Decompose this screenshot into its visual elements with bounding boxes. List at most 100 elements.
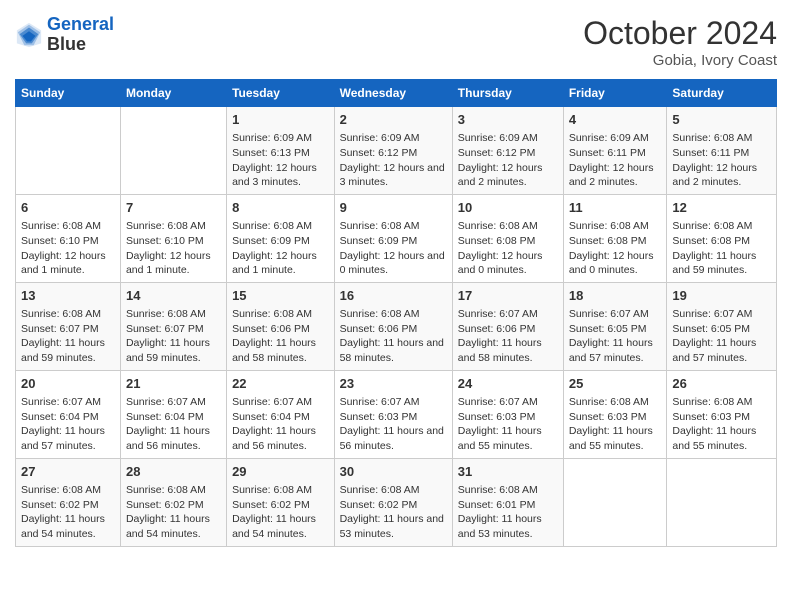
calendar-cell: 12Sunrise: 6:08 AMSunset: 6:08 PMDayligh… <box>667 194 777 282</box>
location-subtitle: Gobia, Ivory Coast <box>583 52 777 69</box>
calendar-cell: 11Sunrise: 6:08 AMSunset: 6:08 PMDayligh… <box>563 194 667 282</box>
day-number: 23 <box>340 375 447 393</box>
day-content: Sunrise: 6:07 AM <box>672 307 771 322</box>
day-number: 27 <box>21 463 115 481</box>
day-content: Sunset: 6:03 PM <box>672 410 771 425</box>
day-number: 12 <box>672 199 771 217</box>
day-number: 30 <box>340 463 447 481</box>
day-content: Sunset: 6:08 PM <box>672 234 771 249</box>
day-content: Sunset: 6:03 PM <box>340 410 447 425</box>
weekday-header: Saturday <box>667 80 777 107</box>
calendar-cell: 9Sunrise: 6:08 AMSunset: 6:09 PMDaylight… <box>334 194 452 282</box>
calendar-cell: 29Sunrise: 6:08 AMSunset: 6:02 PMDayligh… <box>227 458 335 546</box>
day-content: Sunset: 6:13 PM <box>232 146 329 161</box>
day-content: Sunrise: 6:08 AM <box>232 483 329 498</box>
day-content: Sunrise: 6:07 AM <box>458 307 558 322</box>
day-number: 22 <box>232 375 329 393</box>
day-content: Sunrise: 6:09 AM <box>232 131 329 146</box>
day-content: Sunrise: 6:09 AM <box>569 131 662 146</box>
day-content: Sunrise: 6:08 AM <box>672 395 771 410</box>
logo-icon <box>15 21 43 49</box>
day-number: 28 <box>126 463 221 481</box>
day-number: 8 <box>232 199 329 217</box>
calendar-cell: 3Sunrise: 6:09 AMSunset: 6:12 PMDaylight… <box>452 107 563 195</box>
day-content: Daylight: 11 hours and 57 minutes. <box>21 424 115 453</box>
logo-line1: General <box>47 14 114 34</box>
day-content: Sunset: 6:05 PM <box>672 322 771 337</box>
day-content: Sunrise: 6:08 AM <box>232 219 329 234</box>
calendar-cell: 27Sunrise: 6:08 AMSunset: 6:02 PMDayligh… <box>16 458 121 546</box>
day-number: 11 <box>569 199 662 217</box>
day-content: Sunrise: 6:07 AM <box>340 395 447 410</box>
day-content: Sunrise: 6:08 AM <box>458 483 558 498</box>
day-content: Sunset: 6:04 PM <box>21 410 115 425</box>
calendar-cell: 26Sunrise: 6:08 AMSunset: 6:03 PMDayligh… <box>667 370 777 458</box>
day-content: Sunset: 6:09 PM <box>232 234 329 249</box>
day-content: Sunrise: 6:07 AM <box>21 395 115 410</box>
calendar-cell: 6Sunrise: 6:08 AMSunset: 6:10 PMDaylight… <box>16 194 121 282</box>
day-content: Daylight: 11 hours and 58 minutes. <box>232 336 329 365</box>
day-content: Daylight: 12 hours and 1 minute. <box>232 249 329 278</box>
calendar-cell: 25Sunrise: 6:08 AMSunset: 6:03 PMDayligh… <box>563 370 667 458</box>
day-content: Daylight: 12 hours and 1 minute. <box>126 249 221 278</box>
day-content: Daylight: 11 hours and 58 minutes. <box>340 336 447 365</box>
day-content: Daylight: 11 hours and 56 minutes. <box>340 424 447 453</box>
day-content: Sunrise: 6:08 AM <box>569 219 662 234</box>
day-content: Daylight: 11 hours and 53 minutes. <box>458 512 558 541</box>
calendar-cell: 24Sunrise: 6:07 AMSunset: 6:03 PMDayligh… <box>452 370 563 458</box>
day-content: Sunset: 6:07 PM <box>21 322 115 337</box>
day-content: Sunrise: 6:07 AM <box>126 395 221 410</box>
calendar-week-row: 27Sunrise: 6:08 AMSunset: 6:02 PMDayligh… <box>16 458 777 546</box>
calendar-cell <box>667 458 777 546</box>
weekday-header-row: SundayMondayTuesdayWednesdayThursdayFrid… <box>16 80 777 107</box>
calendar-cell: 23 Sunrise: 6:07 AMSunset: 6:03 PMDayligh… <box>334 370 452 458</box>
weekday-header: Friday <box>563 80 667 107</box>
day-content: Sunrise: 6:08 AM <box>340 483 447 498</box>
day-number: 25 <box>569 375 662 393</box>
calendar-cell: 2Sunrise: 6:09 AMSunset: 6:12 PMDaylight… <box>334 107 452 195</box>
day-content: Daylight: 11 hours and 54 minutes. <box>232 512 329 541</box>
day-number: 6 <box>21 199 115 217</box>
weekday-header: Wednesday <box>334 80 452 107</box>
month-title: October 2024 <box>583 15 777 52</box>
weekday-header: Monday <box>120 80 226 107</box>
day-content: Sunset: 6:12 PM <box>340 146 447 161</box>
day-number: 15 <box>232 287 329 305</box>
day-content: Sunset: 6:02 PM <box>232 498 329 513</box>
day-number: 14 <box>126 287 221 305</box>
day-content: Sunset: 6:06 PM <box>458 322 558 337</box>
day-number: 31 <box>458 463 558 481</box>
day-content: Sunset: 6:12 PM <box>458 146 558 161</box>
day-number: 2 <box>340 111 447 129</box>
title-block: October 2024 Gobia, Ivory Coast <box>583 15 777 69</box>
day-content: Sunset: 6:10 PM <box>21 234 115 249</box>
logo-text: General Blue <box>47 15 114 55</box>
day-content: Daylight: 12 hours and 3 minutes. <box>340 161 447 190</box>
calendar-cell: 16Sunrise: 6:08 AMSunset: 6:06 PMDayligh… <box>334 282 452 370</box>
day-content: Sunset: 6:06 PM <box>340 322 447 337</box>
day-content: Sunrise: 6:08 AM <box>340 219 447 234</box>
day-content: Daylight: 12 hours and 2 minutes. <box>569 161 662 190</box>
calendar-cell <box>120 107 226 195</box>
day-content: Daylight: 11 hours and 56 minutes. <box>232 424 329 453</box>
calendar-cell: 14Sunrise: 6:08 AMSunset: 6:07 PMDayligh… <box>120 282 226 370</box>
day-content: Daylight: 11 hours and 58 minutes. <box>458 336 558 365</box>
calendar-cell: 4Sunrise: 6:09 AMSunset: 6:11 PMDaylight… <box>563 107 667 195</box>
day-content: Sunset: 6:06 PM <box>232 322 329 337</box>
day-content: Sunset: 6:07 PM <box>126 322 221 337</box>
day-number: 26 <box>672 375 771 393</box>
calendar-cell: 18Sunrise: 6:07 AMSunset: 6:05 PMDayligh… <box>563 282 667 370</box>
day-content: Sunrise: 6:07 AM <box>569 307 662 322</box>
logo-line2: Blue <box>47 35 114 55</box>
calendar-cell: 22Sunrise: 6:07 AMSunset: 6:04 PMDayligh… <box>227 370 335 458</box>
calendar-cell: 15 Sunrise: 6:08 AMSunset: 6:06 PMDayligh… <box>227 282 335 370</box>
day-content: Daylight: 11 hours and 59 minutes. <box>126 336 221 365</box>
day-content: Daylight: 11 hours and 53 minutes. <box>340 512 447 541</box>
day-number: 1 <box>232 111 329 129</box>
day-content: Sunrise: 6:08 AM <box>232 307 329 322</box>
calendar-cell: 20Sunrise: 6:07 AMSunset: 6:04 PMDayligh… <box>16 370 121 458</box>
calendar-cell: 7Sunrise: 6:08 AMSunset: 6:10 PMDaylight… <box>120 194 226 282</box>
calendar-week-row: 1Sunrise: 6:09 AMSunset: 6:13 PMDaylight… <box>16 107 777 195</box>
day-content: Sunrise: 6:08 AM <box>672 219 771 234</box>
day-content: Sunset: 6:09 PM <box>340 234 447 249</box>
